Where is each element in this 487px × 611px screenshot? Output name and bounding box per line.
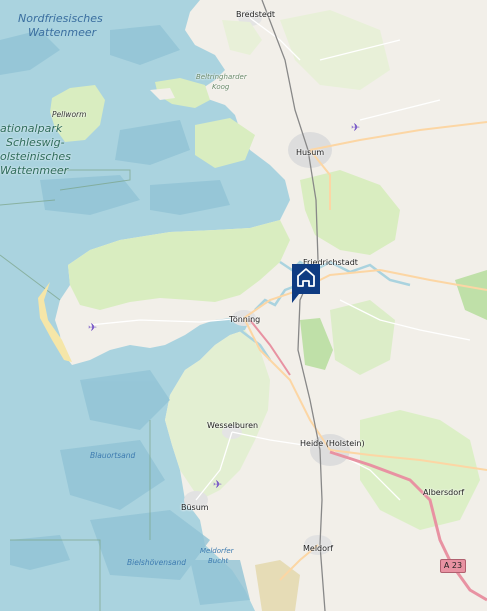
park-label-line2: Schleswig- [6,136,65,149]
sand-label-blauortsand: Blauortsand [90,451,136,460]
sea-label-nordfriesisches: Nordfriesisches [18,12,103,25]
place-label-husum: Husum [296,148,325,157]
bay-label-meldorfer: Meldorfer [200,547,234,555]
map-base [0,0,487,611]
island-label-pellworm: Pellworm [52,110,87,119]
area-label-koog: Koog [212,83,230,91]
park-label-line3: olsteinisches [0,150,71,163]
place-label-toenning: Tönning [229,315,261,324]
map-view[interactable]: Nordfriesisches Wattenmeer Bredstedt Bel… [0,0,487,611]
park-label-line1: ationalpark [0,122,63,135]
area-label-beltringharder: Beltringharder [196,73,247,81]
airport-icon[interactable]: ✈ [88,322,97,333]
place-label-heide: Heide (Holstein) [300,439,365,448]
airport-icon[interactable]: ✈ [213,479,222,490]
place-label-wesselburen: Wesselburen [207,421,259,430]
place-label-bredstedt: Bredstedt [236,10,276,19]
airport-icon[interactable]: ✈ [351,122,360,133]
bay-label-bucht: Bucht [208,557,229,565]
park-label-line4: Wattenmeer [0,164,69,177]
sea-label-wattenmeer: Wattenmeer [28,26,97,39]
place-label-albersdorf: Albersdorf [423,488,465,497]
sand-label-bielshoevensand: Bielshövensand [127,558,187,567]
motorway-shield-a23: A 23 [440,559,466,573]
home-marker-icon[interactable] [291,263,321,305]
place-label-buesum: Büsum [181,503,209,512]
place-label-meldorf: Meldorf [303,544,334,553]
